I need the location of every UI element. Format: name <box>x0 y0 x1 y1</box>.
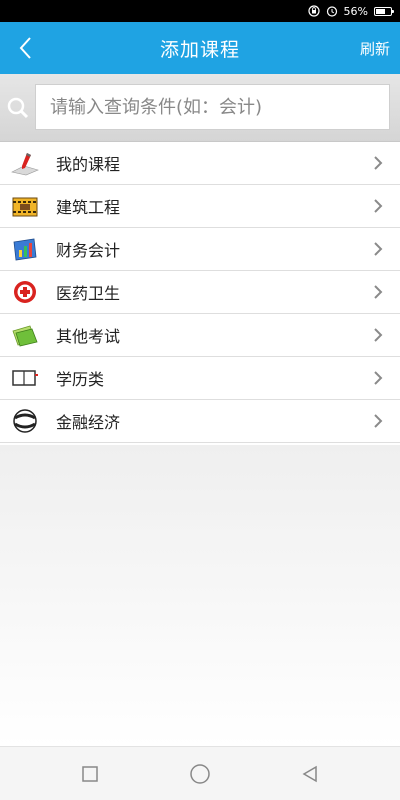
list-item-finance-economics[interactable]: 金融经济 <box>0 400 400 443</box>
back-nav-button[interactable] <box>299 763 321 785</box>
list-item-my-courses[interactable]: 我的课程 <box>0 142 400 185</box>
pencil-ruler-icon <box>10 150 40 176</box>
back-button[interactable] <box>8 22 44 74</box>
battery-icon <box>374 6 394 16</box>
list-item-finance[interactable]: 财务会计 <box>0 228 400 271</box>
page-title: 添加课程 <box>159 38 240 61</box>
recents-button[interactable] <box>79 763 101 785</box>
medical-cross-icon <box>10 279 40 305</box>
square-icon <box>82 765 98 782</box>
battery-percent: 56% <box>343 4 368 18</box>
home-button[interactable] <box>189 763 211 785</box>
list-item-label: 学历类 <box>56 370 105 389</box>
finance-chart-icon <box>10 236 40 262</box>
system-navigation-bar <box>0 746 400 800</box>
chevron-left-icon <box>19 37 31 59</box>
status-bar: 56% <box>0 0 400 22</box>
refresh-button[interactable]: 刷新 <box>360 22 390 74</box>
lock-icon <box>307 5 320 17</box>
list-item-label: 金融经济 <box>56 413 121 432</box>
globe-swoosh-icon <box>10 408 40 434</box>
chevron-right-icon <box>374 156 383 170</box>
book-icon <box>10 365 40 391</box>
list-item-label: 我的课程 <box>56 155 121 174</box>
search-bar <box>0 74 400 142</box>
folders-icon <box>10 322 40 348</box>
chevron-right-icon <box>374 242 383 256</box>
search-input[interactable] <box>35 84 390 130</box>
chevron-right-icon <box>374 328 383 342</box>
app-header: 添加课程 刷新 <box>0 22 400 74</box>
list-item-label: 财务会计 <box>56 241 121 260</box>
course-category-list: 我的课程 建筑工程 财务会计 医药卫生 其他考试 学历类 金融经济 <box>0 142 400 443</box>
list-item-label: 建筑工程 <box>56 198 121 217</box>
construction-icon <box>10 193 40 219</box>
search-icon <box>6 96 30 120</box>
chevron-right-icon <box>374 371 383 385</box>
list-item-other-exams[interactable]: 其他考试 <box>0 314 400 357</box>
list-item-medical[interactable]: 医药卫生 <box>0 271 400 314</box>
chevron-right-icon <box>374 199 383 213</box>
chevron-right-icon <box>374 285 383 299</box>
list-item-label: 其他考试 <box>56 327 121 346</box>
list-item-academic[interactable]: 学历类 <box>0 357 400 400</box>
chevron-right-icon <box>374 414 383 428</box>
alarm-icon <box>326 5 338 17</box>
list-item-label: 医药卫生 <box>56 284 121 303</box>
circle-icon <box>190 763 210 784</box>
triangle-back-icon <box>302 765 317 782</box>
content-background <box>0 445 400 747</box>
list-item-construction[interactable]: 建筑工程 <box>0 185 400 228</box>
